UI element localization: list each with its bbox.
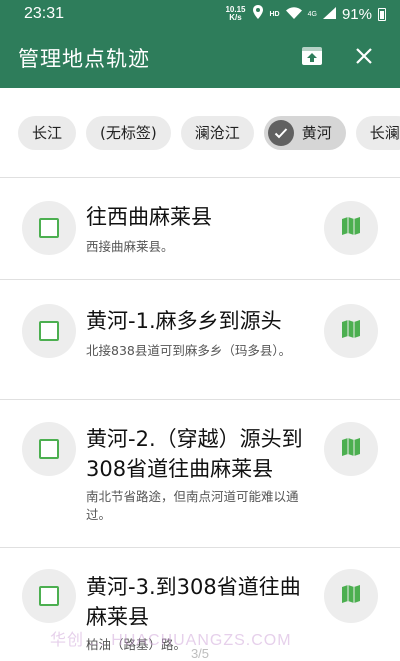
list-item[interactable]: 黄河-2.（穿越）源头到308省道往曲麻莱县 南北节省路途，但南点河道可能难以通…	[0, 400, 400, 548]
chip-no-tag[interactable]: (无标签)	[86, 115, 171, 150]
check-icon	[267, 119, 294, 146]
status-time: 23:31	[24, 5, 65, 22]
map-icon	[341, 216, 361, 240]
chip-changlan[interactable]: 长澜	[355, 115, 400, 150]
chip-label: 长江	[32, 124, 63, 142]
map-icon	[341, 437, 361, 461]
battery-percent: 91%	[341, 5, 372, 23]
track-title: 往西曲麻莱县	[86, 205, 212, 229]
app-bar: 管理地点轨迹	[0, 28, 400, 88]
show-on-map-button[interactable]	[324, 304, 378, 358]
network-type-label: 4G	[307, 10, 317, 18]
chip-lancangjiang[interactable]: 澜沧江	[180, 115, 254, 150]
close-button[interactable]	[346, 40, 382, 76]
tag-chips-row: 长江 (无标签) 澜沧江 黄河 长澜	[0, 88, 400, 178]
signal-icon	[322, 6, 336, 23]
map-icon	[341, 319, 361, 343]
chip-label: 黄河	[301, 124, 332, 142]
track-description: 西接曲麻莱县。	[86, 239, 174, 254]
upload-box-icon	[301, 46, 323, 70]
page-indicator: 3/5	[190, 646, 210, 661]
upload-box-button[interactable]	[294, 40, 330, 76]
select-checkbox[interactable]	[22, 569, 76, 623]
hd-label: HD	[269, 10, 280, 18]
checkbox-icon	[39, 218, 59, 238]
wifi-icon	[285, 6, 302, 23]
show-on-map-button[interactable]	[324, 422, 378, 476]
chip-label: 澜沧江	[194, 124, 240, 142]
track-description: 南北节省路途，但南点河道可能难以通过。	[86, 489, 299, 522]
track-list: 往西曲麻莱县 西接曲麻莱县。 黄河-1.麻多乡到源头 北接838县道可到麻多乡（…	[0, 178, 400, 661]
location-icon	[252, 5, 264, 23]
track-title: 黄河-3.到308省道往曲麻莱县	[86, 575, 301, 629]
select-checkbox[interactable]	[22, 304, 76, 358]
checkbox-icon	[39, 586, 59, 606]
list-item[interactable]: 往西曲麻莱县 西接曲麻莱县。	[0, 178, 400, 280]
chip-huanghe[interactable]: 黄河	[263, 115, 346, 150]
track-title: 黄河-1.麻多乡到源头	[86, 309, 282, 333]
status-indicators: 10.15 K/s HD 4G 91%	[225, 5, 386, 23]
show-on-map-button[interactable]	[324, 569, 378, 623]
chip-label: 长澜	[369, 124, 400, 142]
network-speed: 10.15 K/s	[225, 6, 245, 22]
list-item[interactable]: 黄河-1.麻多乡到源头 北接838县道可到麻多乡（玛多县）。	[0, 280, 400, 400]
network-speed-unit: K/s	[229, 13, 242, 22]
status-bar: 23:31 10.15 K/s HD 4G 91%	[0, 0, 400, 28]
select-checkbox[interactable]	[22, 201, 76, 255]
select-checkbox[interactable]	[22, 422, 76, 476]
checkbox-icon	[39, 321, 59, 341]
show-on-map-button[interactable]	[324, 201, 378, 255]
battery-icon	[378, 7, 386, 21]
track-description: 北接838县道可到麻多乡（玛多县）。	[86, 343, 292, 358]
page-title: 管理地点轨迹	[18, 47, 150, 71]
checkbox-icon	[39, 439, 59, 459]
chip-label: (无标签)	[100, 124, 157, 142]
chip-changjiang[interactable]: 长江	[18, 115, 77, 150]
map-icon	[341, 584, 361, 608]
track-title: 黄河-2.（穿越）源头到308省道往曲麻莱县	[86, 427, 303, 481]
close-icon	[355, 47, 373, 69]
